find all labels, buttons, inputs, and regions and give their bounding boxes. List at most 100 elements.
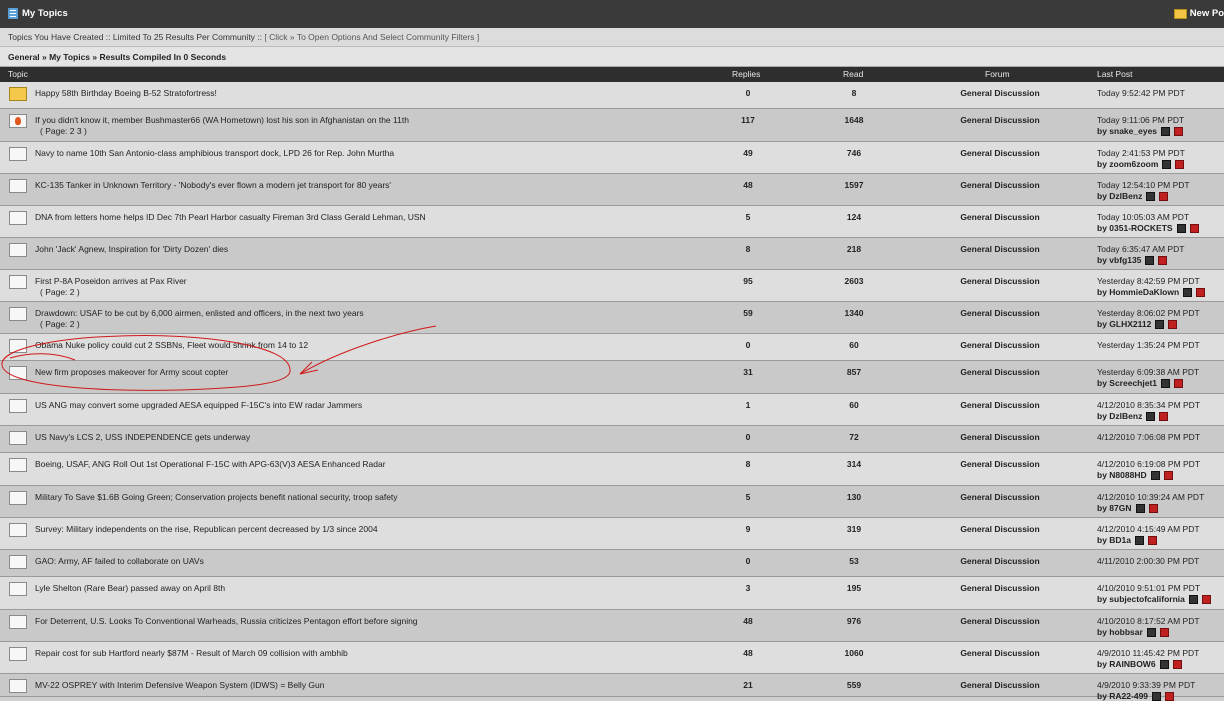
profile-icon[interactable]	[1161, 378, 1171, 388]
page-links[interactable]: ( Page: 2 3 )	[40, 126, 87, 136]
profile-icon[interactable]	[1146, 627, 1156, 637]
profile-icon[interactable]	[1135, 503, 1145, 513]
forum-link[interactable]: General Discussion	[945, 616, 1055, 626]
author-name[interactable]: by hobbsar	[1097, 627, 1143, 637]
topic-link[interactable]: Repair cost for sub Hartford nearly $87M…	[35, 648, 348, 658]
forum-link[interactable]: General Discussion	[945, 459, 1055, 469]
topic-link[interactable]: Navy to name 10th San Antonio-class amph…	[35, 148, 394, 158]
go-to-last-post-icon[interactable]	[1148, 503, 1158, 513]
new-posts-link[interactable]: New Po	[1173, 8, 1224, 19]
forum-link[interactable]: General Discussion	[945, 680, 1055, 690]
forum-link[interactable]: General Discussion	[945, 244, 1055, 254]
last-post-author[interactable]: by DzlBenz	[1097, 411, 1169, 421]
forum-link[interactable]: General Discussion	[945, 524, 1055, 534]
last-post-author[interactable]: by RAINBOW6	[1097, 659, 1182, 669]
go-to-last-post-icon[interactable]	[1174, 126, 1184, 136]
forum-link[interactable]: General Discussion	[945, 367, 1055, 377]
author-name[interactable]: by vbfg135	[1097, 255, 1141, 265]
profile-icon[interactable]	[1155, 319, 1165, 329]
last-post-author[interactable]: by BD1a	[1097, 535, 1158, 545]
col-read[interactable]: Read	[843, 69, 863, 79]
my-topics-title[interactable]: My Topics	[8, 8, 68, 19]
go-to-last-post-icon[interactable]	[1159, 411, 1169, 421]
author-name[interactable]: by subjectofcalifornia	[1097, 594, 1185, 604]
topic-link[interactable]: KC-135 Tanker in Unknown Territory - 'No…	[35, 180, 391, 190]
topic-link[interactable]: Happy 58th Birthday Boeing B-52 Stratofo…	[35, 88, 217, 98]
profile-icon[interactable]	[1145, 255, 1155, 265]
forum-link[interactable]: General Discussion	[945, 556, 1055, 566]
topic-link[interactable]: US Navy's LCS 2, USS INDEPENDENCE gets u…	[35, 432, 250, 442]
breadcrumb-text[interactable]: General » My Topics » Results Compiled I…	[8, 52, 226, 62]
profile-icon[interactable]	[1162, 159, 1172, 169]
col-last-post[interactable]: Last Post	[1097, 69, 1132, 79]
profile-icon[interactable]	[1159, 659, 1169, 669]
author-name[interactable]: by HommieDaKlown	[1097, 287, 1179, 297]
author-name[interactable]: by zoom6zoom	[1097, 159, 1158, 169]
page-links[interactable]: ( Page: 2 )	[40, 287, 80, 297]
forum-link[interactable]: General Discussion	[945, 88, 1055, 98]
last-post-author[interactable]: by zoom6zoom	[1097, 159, 1185, 169]
topic-link[interactable]: MV-22 OSPREY with Interim Defensive Weap…	[35, 680, 325, 690]
forum-link[interactable]: General Discussion	[945, 340, 1055, 350]
author-name[interactable]: by Screechjet1	[1097, 378, 1157, 388]
topic-link[interactable]: Boeing, USAF, ANG Roll Out 1st Operation…	[35, 459, 386, 469]
go-to-last-post-icon[interactable]	[1159, 627, 1169, 637]
go-to-last-post-icon[interactable]	[1159, 191, 1169, 201]
last-post-author[interactable]: by N8088HD	[1097, 470, 1173, 480]
topic-link[interactable]: New firm proposes makeover for Army scou…	[35, 367, 228, 377]
forum-link[interactable]: General Discussion	[945, 648, 1055, 658]
last-post-author[interactable]: by vbfg135	[1097, 255, 1168, 265]
go-to-last-post-icon[interactable]	[1165, 691, 1175, 701]
topic-link[interactable]: For Deterrent, U.S. Looks To Conventiona…	[35, 616, 418, 626]
profile-icon[interactable]	[1188, 594, 1198, 604]
last-post-author[interactable]: by Screechjet1	[1097, 378, 1184, 388]
author-name[interactable]: by N8088HD	[1097, 470, 1147, 480]
last-post-author[interactable]: by subjectofcalifornia	[1097, 594, 1211, 604]
topic-link[interactable]: Military To Save $1.6B Going Green; Cons…	[35, 492, 398, 502]
profile-icon[interactable]	[1183, 287, 1193, 297]
forum-link[interactable]: General Discussion	[945, 308, 1055, 318]
profile-icon[interactable]	[1176, 223, 1186, 233]
topic-link[interactable]: First P-8A Poseidon arrives at Pax River	[35, 276, 187, 286]
last-post-author[interactable]: by DzlBenz	[1097, 191, 1169, 201]
author-name[interactable]: by 0351-ROCKETS	[1097, 223, 1173, 233]
col-replies[interactable]: Replies	[732, 69, 760, 79]
last-post-author[interactable]: by 87GN	[1097, 503, 1158, 513]
topic-link[interactable]: US ANG may convert some upgraded AESA eq…	[35, 400, 362, 410]
topic-link[interactable]: Lyle Shelton (Rare Bear) passed away on …	[35, 583, 225, 593]
author-name[interactable]: by RAINBOW6	[1097, 659, 1156, 669]
last-post-author[interactable]: by HommieDaKlown	[1097, 287, 1206, 297]
go-to-last-post-icon[interactable]	[1172, 659, 1182, 669]
topic-link[interactable]: GAO: Army, AF failed to collaborate on U…	[35, 556, 204, 566]
go-to-last-post-icon[interactable]	[1201, 594, 1211, 604]
profile-icon[interactable]	[1152, 691, 1162, 701]
author-name[interactable]: by DzlBenz	[1097, 191, 1142, 201]
forum-link[interactable]: General Discussion	[945, 400, 1055, 410]
go-to-last-post-icon[interactable]	[1168, 319, 1178, 329]
profile-icon[interactable]	[1146, 411, 1156, 421]
col-topic[interactable]: Topic	[8, 69, 28, 79]
col-forum[interactable]: Forum	[985, 69, 1010, 79]
last-post-author[interactable]: by snake_eyes	[1097, 126, 1184, 136]
last-post-author[interactable]: by 0351-ROCKETS	[1097, 223, 1199, 233]
forum-link[interactable]: General Discussion	[945, 492, 1055, 502]
last-post-author[interactable]: by hobbsar	[1097, 627, 1169, 637]
forum-link[interactable]: General Discussion	[945, 212, 1055, 222]
topic-link[interactable]: DNA from letters home helps ID Dec 7th P…	[35, 212, 426, 222]
topic-link[interactable]: Survey: Military independents on the ris…	[35, 524, 378, 534]
author-name[interactable]: by BD1a	[1097, 535, 1131, 545]
topic-link[interactable]: Obama Nuke policy could cut 2 SSBNs, Fle…	[35, 340, 308, 350]
topic-link[interactable]: If you didn't know it, member Bushmaster…	[35, 115, 409, 125]
topic-link[interactable]: John 'Jack' Agnew, Inspiration for 'Dirt…	[35, 244, 228, 254]
forum-link[interactable]: General Discussion	[945, 115, 1055, 125]
go-to-last-post-icon[interactable]	[1158, 255, 1168, 265]
last-post-author[interactable]: by GLHX2112	[1097, 319, 1178, 329]
profile-icon[interactable]	[1161, 126, 1171, 136]
author-name[interactable]: by DzlBenz	[1097, 411, 1142, 421]
author-name[interactable]: by GLHX2112	[1097, 319, 1151, 329]
forum-link[interactable]: General Discussion	[945, 180, 1055, 190]
forum-link[interactable]: General Discussion	[945, 148, 1055, 158]
go-to-last-post-icon[interactable]	[1189, 223, 1199, 233]
go-to-last-post-icon[interactable]	[1148, 535, 1158, 545]
last-post-author[interactable]: by RA22-499	[1097, 691, 1175, 701]
